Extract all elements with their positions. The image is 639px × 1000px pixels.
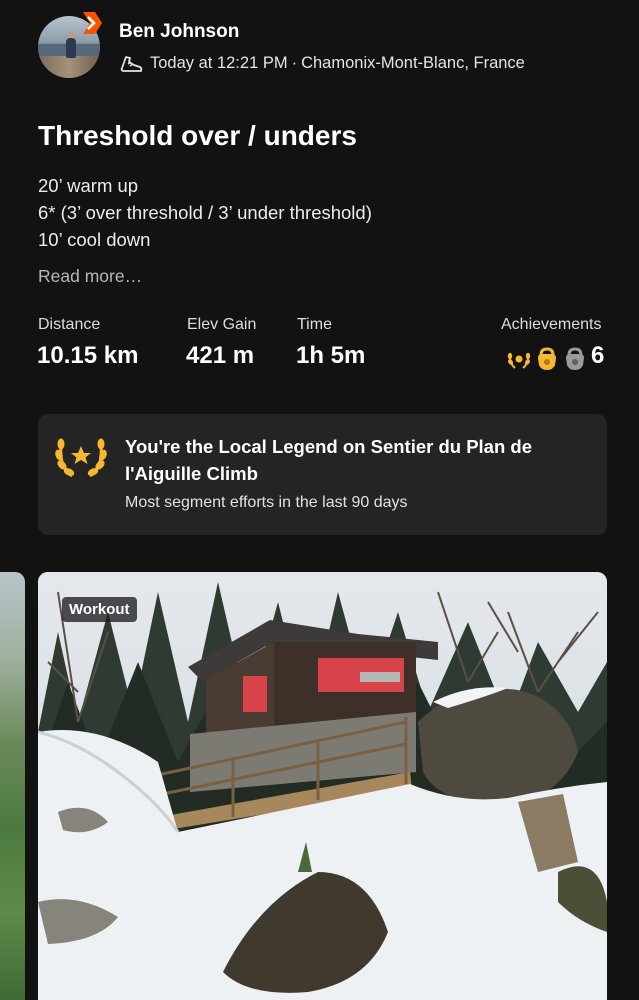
local-legend-card[interactable]: You're the Local Legend on Sentier du Pl… [38,414,607,535]
silver-kettlebell-icon [562,346,588,372]
laurel-wreath-icon [55,438,107,478]
athlete-name[interactable]: Ben Johnson [119,21,239,43]
activity-meta: Today at 12:21 PM · Chamonix-Mont-Blanc, F… [150,54,525,73]
elev-gain-label: Elev Gain [187,316,257,333]
description-line: 6* (3’ over threshold / 3’ under thresho… [38,202,372,223]
activity-title[interactable]: Threshold over / unders [38,120,357,152]
activity-location: Chamonix-Mont-Blanc, France [301,54,525,72]
legend-card-subtitle: Most segment efforts in the last 90 days [125,494,408,511]
running-shoe-icon [120,56,143,72]
activity-timestamp: Today at 12:21 PM [150,54,288,72]
meta-separator: · [291,54,298,72]
description-line: 10’ cool down [38,229,151,250]
achievements-label: Achievements [501,316,602,333]
gold-kettlebell-icon [534,346,560,372]
elev-gain-value: 421 m [186,342,255,369]
activity-description: 20’ warm up 6* (3’ over threshold / 3’ u… [38,172,372,253]
workout-tag: Workout [62,597,137,622]
activity-photo[interactable]: Workout [38,572,607,1000]
distance-value: 10.15 km [37,342,139,369]
achievements-icons[interactable] [506,345,588,373]
legend-card-title: You're the Local Legend on Sentier du Pl… [125,436,532,484]
local-legend-laurel-icon [506,346,532,372]
read-more-link[interactable]: Read more… [38,266,142,287]
time-label: Time [297,316,332,333]
activity-header: Ben Johnson Today at 12:21 PM · Chamonix-M… [0,0,639,96]
route-map-thumbnail[interactable] [0,572,25,1000]
subscriber-chevron-badge-icon [83,12,102,34]
time-value: 1h 5m [296,342,366,369]
distance-label: Distance [38,316,101,333]
description-line: 20’ warm up [38,175,139,196]
snowy-forest-cabin-photo [38,572,607,1000]
achievements-count: 6 [591,342,605,369]
